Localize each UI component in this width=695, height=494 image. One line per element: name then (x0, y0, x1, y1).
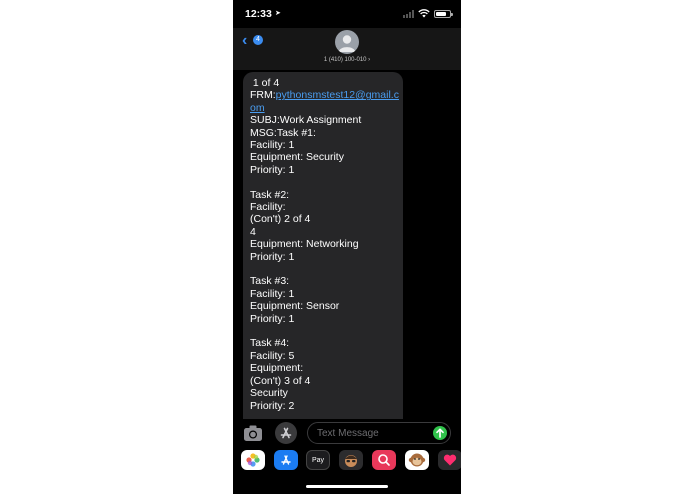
message-line: (Con't) 2 of 4 (250, 213, 311, 226)
conversation-header: ‹ 4 1 (410) 100-010 › (233, 28, 461, 70)
app-store-button[interactable] (275, 422, 297, 444)
message-line: MSG:Task #1: (250, 126, 316, 139)
message-line: Task #2: (250, 188, 290, 201)
appstore-app-icon[interactable] (274, 450, 298, 470)
unread-badge[interactable]: 4 (253, 35, 263, 45)
message-line (250, 176, 396, 188)
app-drawer: Pay (233, 447, 461, 473)
memoji-face-icon (345, 455, 357, 467)
email-link[interactable]: pythonsmstest12@gmail.c (276, 89, 399, 101)
message-input-placeholder: Text Message (317, 428, 379, 439)
message-line: Task #4: (250, 337, 290, 350)
wifi-icon (418, 9, 430, 18)
message-line-prefix: FRM: (250, 89, 276, 102)
battery-icon (434, 9, 453, 18)
contact-avatar[interactable] (335, 30, 359, 54)
message-bubble[interactable]: 1 of 4 FRM:pythonsmstest12@gmail.c om SUBJ:… (243, 72, 403, 419)
home-indicator[interactable] (306, 485, 388, 488)
message-line: Facility: 1 (250, 287, 295, 300)
person-icon (338, 35, 356, 52)
monkey-face-icon (408, 453, 426, 467)
message-line: Priority: 1 (250, 312, 295, 325)
message-line: FRM:pythonsmstest12@gmail.c (250, 89, 399, 102)
input-bar: Text Message (233, 419, 461, 447)
digital-touch-app-icon[interactable] (438, 450, 461, 470)
photos-app-icon[interactable] (241, 450, 265, 470)
message-line: Priority: 1 (250, 163, 295, 176)
contact-name[interactable]: 1 (410) 100-010 › (233, 57, 461, 63)
app-store-icon (280, 427, 292, 439)
message-line: Equipment: Networking (250, 238, 359, 251)
message-line (250, 325, 396, 337)
message-line: 1 of 4 (250, 77, 280, 89)
email-link[interactable]: om (250, 102, 265, 114)
send-button[interactable] (433, 426, 447, 440)
arrow-up-icon (436, 428, 444, 438)
status-icons (403, 9, 453, 18)
message-line: Security (250, 387, 288, 400)
applepay-label: Pay (311, 456, 325, 464)
back-chevron-icon[interactable]: ‹ (242, 32, 247, 50)
images-search-app-icon[interactable] (372, 450, 396, 470)
appstore-glyph-icon (281, 455, 291, 465)
status-time: 12:33 (245, 8, 272, 20)
photos-flower-icon (246, 453, 260, 467)
message-line: Facility: 5 (250, 349, 295, 362)
message-line: Equipment: (250, 362, 304, 375)
message-line: Equipment: Sensor (250, 300, 340, 313)
heart-icon (443, 454, 457, 466)
location-arrow-icon: ➤ (275, 10, 281, 17)
message-line: 4 (250, 225, 256, 238)
cellular-signal-icon (403, 9, 414, 18)
animoji-app-icon[interactable] (405, 450, 429, 470)
message-line: Facility: 1 (250, 139, 295, 152)
message-line: om (250, 102, 396, 114)
phone-screen: 12:33 ➤ ‹ 4 1 (410) 100-010 › 1 of 4 FRM:… (233, 0, 461, 494)
message-line: Equipment: Security (250, 151, 344, 164)
message-line (250, 263, 396, 275)
message-line: Facility: (250, 201, 286, 214)
message-line: SUBJ:Work Assignment (250, 114, 362, 127)
message-line: Priority: 1 (250, 250, 295, 263)
status-bar: 12:33 ➤ (233, 0, 461, 28)
memoji-app-icon[interactable] (339, 450, 363, 470)
message-line: Task #3: (250, 275, 290, 288)
applepay-app-icon[interactable]: Pay (306, 450, 330, 470)
message-input[interactable]: Text Message (307, 422, 451, 444)
message-line: (Con't) 3 of 4 (250, 374, 311, 387)
message-line: Priority: 2 (250, 399, 295, 412)
camera-icon[interactable] (242, 422, 264, 444)
search-icon (378, 454, 390, 466)
